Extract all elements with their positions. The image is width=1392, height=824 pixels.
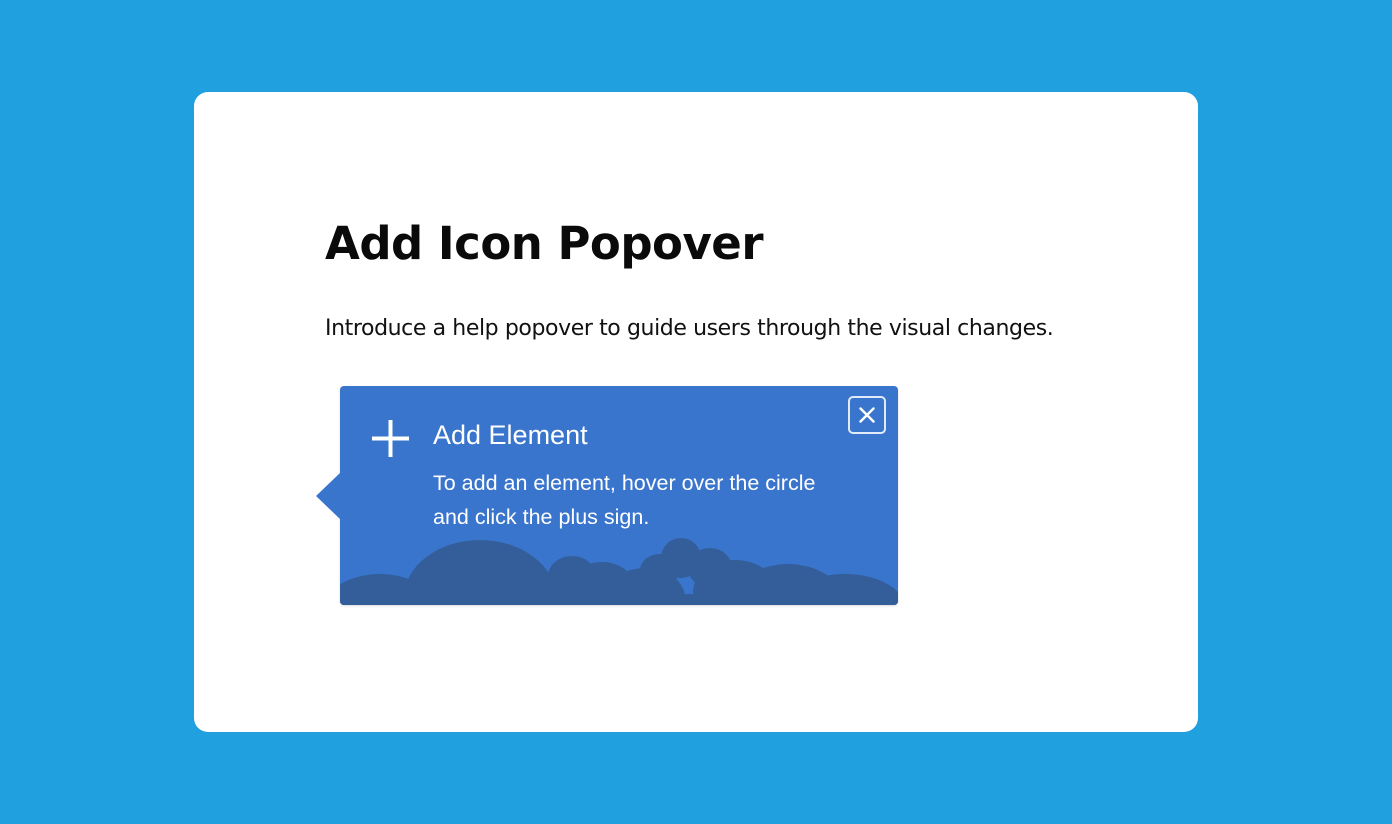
add-element-popover: Add Element To add an element, hover ove… [316,386,898,605]
popover-body: To add an element, hover over the circle… [433,471,816,529]
popover-arrow [316,472,341,520]
plus-icon [372,420,409,457]
popover-title: Add Element [433,420,588,450]
content-card: Add Icon Popover Introduce a help popove… [194,92,1198,732]
page-title: Add Icon Popover [325,217,764,270]
close-icon [859,407,875,423]
close-button[interactable] [848,396,886,434]
page-description: Introduce a help popover to guide users … [325,316,1054,341]
